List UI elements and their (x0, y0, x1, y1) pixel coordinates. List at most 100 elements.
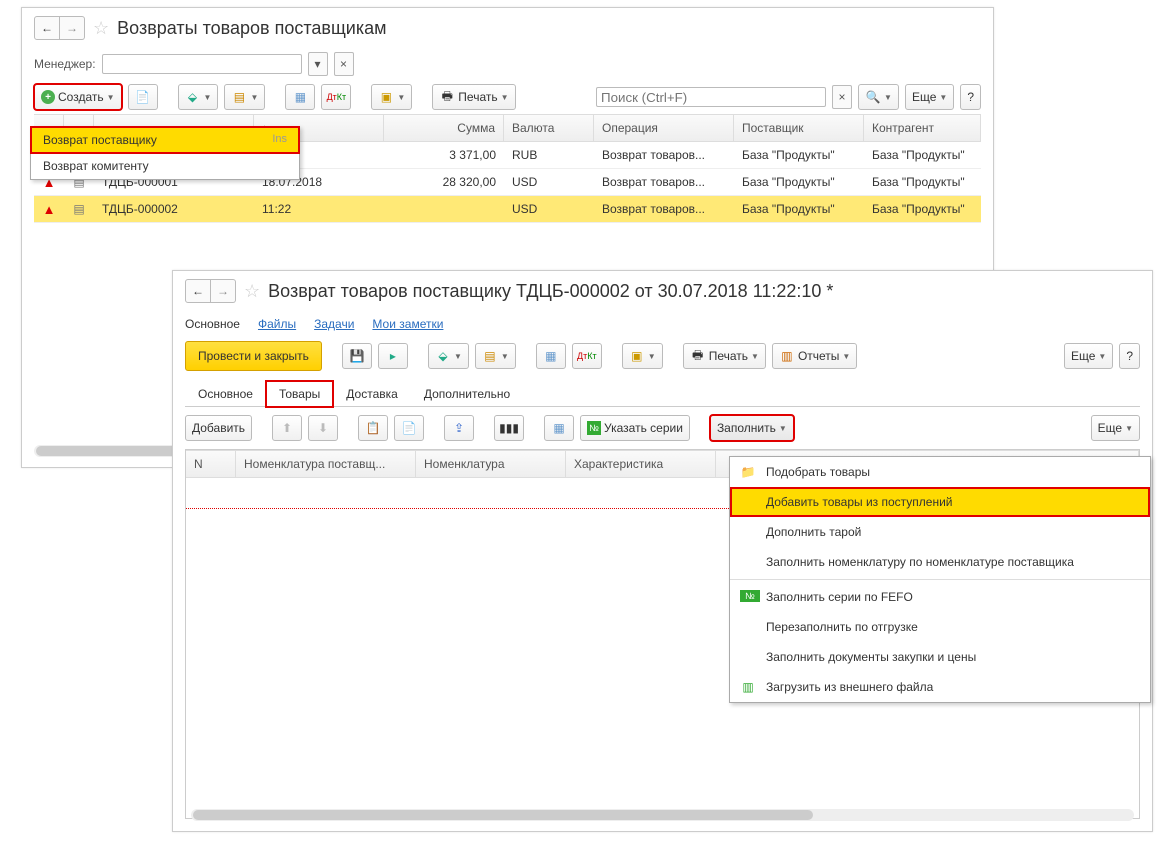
nav-back-button[interactable]: ← (185, 279, 211, 303)
col-n[interactable]: N (186, 451, 236, 477)
move-up-button[interactable]: ⬆ (272, 415, 302, 441)
dtkt-icon: ДтКт (579, 348, 595, 364)
paste-row-button[interactable]: 📄 (394, 415, 424, 441)
plus-icon: + (41, 90, 55, 104)
manager-dropdown-button[interactable]: ▾ (308, 52, 328, 76)
col-nom[interactable]: Номенклатура (416, 451, 566, 477)
search-input[interactable] (596, 87, 826, 107)
col-currency[interactable]: Валюта (504, 115, 594, 141)
add-row-button[interactable]: Добавить (185, 415, 252, 441)
structure-button[interactable]: ▤▼ (224, 84, 265, 110)
list-icon: ▦ (543, 348, 559, 364)
folder-icon: 📁 (740, 465, 756, 479)
help2-button[interactable]: ? (1119, 343, 1140, 369)
share-icon: ⇪ (451, 420, 467, 436)
report-icon: ▥ (779, 348, 795, 364)
h-scrollbar2[interactable] (191, 809, 1134, 821)
search-button[interactable]: 🔍▼ (858, 84, 899, 110)
print-button[interactable]: 🖶Печать▼ (432, 84, 515, 110)
linktab-tasks[interactable]: Задачи (314, 317, 354, 331)
tab-extra[interactable]: Дополнительно (411, 381, 523, 407)
copy-row-button[interactable]: 📋 (358, 415, 388, 441)
barcode-button[interactable]: ▮▮▮ (494, 415, 524, 441)
printer-icon: 🖶 (439, 89, 455, 105)
post-close-button[interactable]: Провести и закрыть (185, 341, 322, 371)
status-button[interactable]: ⬙▼ (178, 84, 219, 110)
window-return-document: ← → ☆ Возврат товаров поставщику ТДЦБ-00… (172, 270, 1153, 832)
table-row[interactable]: ▲▤ТДЦБ-00000211:22USDВозврат товаров...Б… (34, 196, 981, 223)
fill-button[interactable]: Заполнить▼ (710, 415, 794, 441)
menu-item-add-tare[interactable]: Дополнить тарой (730, 517, 1150, 547)
manager-input[interactable] (102, 54, 302, 74)
nav-forward-button[interactable]: → (211, 279, 236, 303)
more2-button[interactable]: Еще▼ (1064, 343, 1113, 369)
nav-back-button[interactable]: ← (34, 16, 60, 40)
search-clear-button[interactable]: × (832, 85, 852, 109)
favorite-star-icon[interactable]: ☆ (93, 18, 109, 39)
post-button[interactable]: ▸ (378, 343, 408, 369)
col-operation[interactable]: Операция (594, 115, 734, 141)
tab-delivery[interactable]: Доставка (333, 381, 411, 407)
menu-item-fill-nomenclature[interactable]: Заполнить номенклатуру по номенклатуре п… (730, 547, 1150, 577)
more-button[interactable]: Еще▼ (905, 84, 954, 110)
create-button[interactable]: + Создать ▼ (34, 84, 122, 110)
menu-item-fill-fefo[interactable]: № Заполнить серии по FEFO (730, 582, 1150, 612)
list2-button[interactable]: ▦ (536, 343, 566, 369)
share-button[interactable]: ⇪ (444, 415, 474, 441)
series-button[interactable]: №Указать серии (580, 415, 690, 441)
import-icon: ▥ (740, 680, 756, 694)
createbased-icon: ▣ (378, 89, 394, 105)
scrollbar-thumb[interactable] (193, 810, 813, 820)
linktab-files[interactable]: Файлы (258, 317, 296, 331)
menu-item-fill-purchase-docs[interactable]: Заполнить документы закупки и цены (730, 642, 1150, 672)
window-title: Возврат товаров поставщику ТДЦБ-000002 о… (268, 281, 833, 302)
status-icon: ⬙ (435, 348, 451, 364)
tab-goods[interactable]: Товары (266, 381, 333, 407)
menu-item-return-supplier[interactable]: Возврат поставщику Ins (31, 127, 299, 153)
menu-item-pick-goods[interactable]: 📁 Подобрать товары (730, 457, 1150, 487)
favorite-star-icon[interactable]: ☆ (244, 281, 260, 302)
linktab-notes[interactable]: Мои заметки (372, 317, 443, 331)
series-icon: № (740, 590, 760, 602)
list-button[interactable]: ▦ (285, 84, 315, 110)
paste-icon: 📄 (401, 420, 417, 436)
save-button[interactable]: 💾 (342, 343, 372, 369)
dtkt2-button[interactable]: ДтКт (572, 343, 602, 369)
menu-item-add-from-receipts[interactable]: Добавить товары из поступлений (730, 487, 1150, 517)
menu-item-refill-shipment[interactable]: Перезаполнить по отгрузке (730, 612, 1150, 642)
menu-item-load-external[interactable]: ▥ Загрузить из внешнего файла (730, 672, 1150, 702)
col-nom-supplier[interactable]: Номенклатура поставщ... (236, 451, 416, 477)
col-char[interactable]: Характеристика (566, 451, 716, 477)
createbased-button[interactable]: ▣▼ (371, 84, 412, 110)
dtkt-button[interactable]: ДтКт (321, 84, 351, 110)
move-down-button[interactable]: ⬇ (308, 415, 338, 441)
manager-label: Менеджер: (34, 57, 96, 71)
copy-icon: 📋 (365, 420, 381, 436)
col-counterparty[interactable]: Контрагент (864, 115, 981, 141)
col-sum[interactable]: Сумма (384, 115, 504, 141)
copy-button[interactable]: 📄 (128, 84, 158, 110)
doc-toolbar: Провести и закрыть 💾 ▸ ⬙▼ ▤▼ ▦ ДтКт ▣▼ 🖶… (173, 337, 1152, 375)
more3-button[interactable]: Еще▼ (1091, 415, 1140, 441)
titlebar: ← → ☆ Возвраты товаров поставщикам (22, 8, 993, 48)
nav-forward-button[interactable]: → (60, 16, 85, 40)
dtkt-icon: ДтКт (328, 89, 344, 105)
link-tabs: Основное Файлы Задачи Мои заметки (173, 311, 1152, 337)
createbased2-button[interactable]: ▣▼ (622, 343, 663, 369)
arrow-up-icon: ⬆ (279, 420, 295, 436)
help-button[interactable]: ? (960, 84, 981, 110)
status2-button[interactable]: ⬙▼ (428, 343, 469, 369)
manager-clear-button[interactable]: × (334, 52, 354, 76)
list-icon: ▦ (292, 89, 308, 105)
props-button[interactable]: ▦ (544, 415, 574, 441)
menu-item-return-commitent[interactable]: Возврат комитенту (31, 153, 299, 179)
warning-icon: ▲ (43, 202, 56, 217)
print2-button[interactable]: 🖶Печать▼ (683, 343, 766, 369)
col-supplier[interactable]: Поставщик (734, 115, 864, 141)
reports-button[interactable]: ▥Отчеты▼ (772, 343, 857, 369)
linktab-main[interactable]: Основное (185, 317, 240, 331)
structure2-button[interactable]: ▤▼ (475, 343, 516, 369)
toolbar-main: + Создать ▼ 📄 ⬙▼ ▤▼ ▦ ДтКт ▣▼ 🖶Печать▼ ×… (22, 80, 993, 114)
tab-main[interactable]: Основное (185, 381, 266, 407)
post-icon: ▸ (385, 348, 401, 364)
